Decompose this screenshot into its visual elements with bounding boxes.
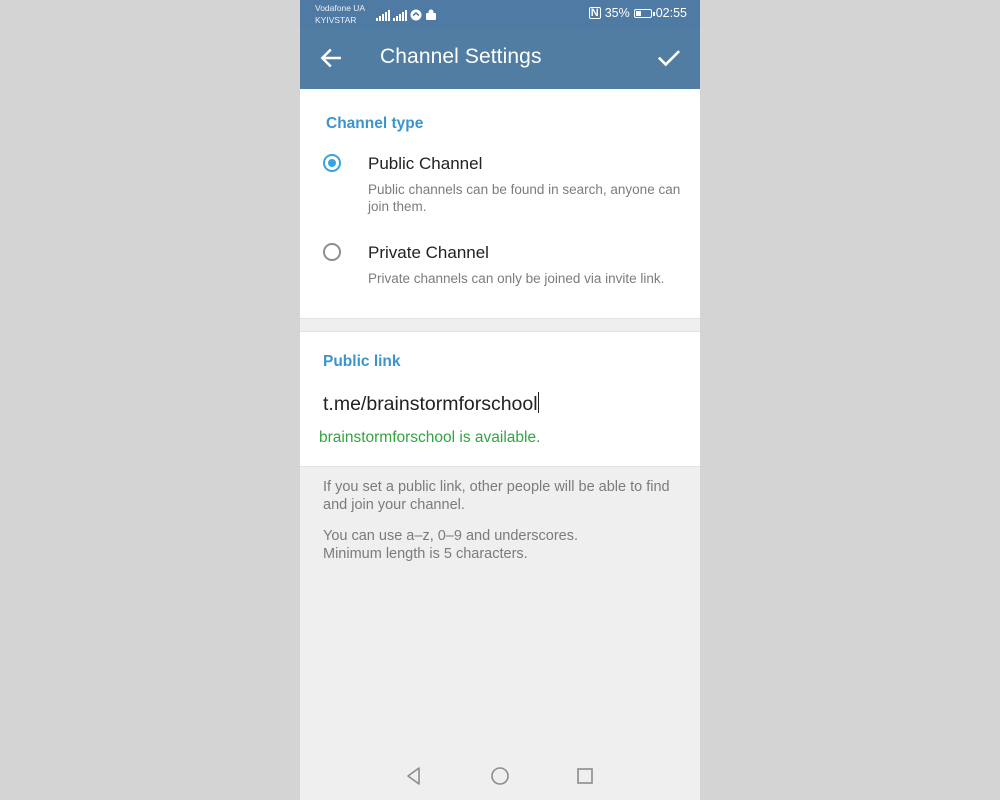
battery-icon (633, 8, 655, 18)
public-channel-title: Public Channel (368, 154, 483, 173)
sync-icon (410, 9, 422, 21)
text-cursor (537, 392, 540, 413)
info-paragraph-2-line-2: Minimum length is 5 characters. (323, 546, 528, 562)
public-channel-radio[interactable] (323, 154, 341, 172)
status-bar: Vodafone UA KYIVSTAR N 35% 02:55 (300, 0, 700, 28)
phone-screen: Vodafone UA KYIVSTAR N 35% 02:55 Channel… (300, 0, 700, 800)
channel-type-section: Channel type Public Channel Public chann… (300, 89, 700, 319)
availability-message: brainstormforschool is available. (319, 429, 541, 446)
nfc-icon: N (588, 7, 601, 19)
carrier-2: KYIVSTAR (315, 15, 357, 25)
channel-type-heading: Channel type (326, 115, 424, 132)
private-channel-description: Private channels can only be joined via … (368, 271, 665, 286)
check-icon[interactable] (656, 45, 682, 71)
info-paragraph-2: You can use a–z, 0–9 and underscores. Mi… (323, 527, 683, 563)
public-link-field[interactable]: t.me/brainstormforschool (323, 392, 540, 416)
status-icons (376, 7, 437, 21)
info-paragraph-2-line-1: You can use a–z, 0–9 and underscores. (323, 528, 579, 544)
user-notification-icon (426, 9, 436, 20)
link-prefix: t.me/ (323, 393, 367, 415)
clock: 02:55 (655, 6, 687, 20)
public-link-input[interactable]: brainstormforschool (366, 393, 537, 415)
page-title: Channel Settings (380, 45, 542, 68)
arrow-left-icon[interactable] (318, 45, 344, 71)
nav-recents-icon[interactable] (574, 765, 596, 787)
status-right: N 35% 02:55 (588, 6, 687, 20)
carrier-names: Vodafone UA KYIVSTAR (315, 2, 365, 26)
app-bar: Channel Settings (300, 28, 700, 89)
public-channel-description: Public channels can be found in search, … (368, 182, 681, 214)
public-channel-option[interactable]: Public Channel Public channels can be fo… (300, 149, 700, 219)
private-channel-radio[interactable] (323, 243, 341, 261)
battery-percent: 35% (604, 6, 630, 20)
carrier-1: Vodafone UA (315, 3, 366, 13)
signal-icon (376, 9, 390, 21)
system-nav-bar (300, 750, 700, 800)
info-paragraph-1: If you set a public link, other people w… (323, 479, 670, 513)
private-channel-option[interactable]: Private Channel Private channels can onl… (300, 238, 700, 308)
public-link-heading: Public link (323, 353, 401, 370)
nav-back-icon[interactable] (403, 765, 425, 787)
private-channel-title: Private Channel (368, 243, 489, 262)
nav-home-icon[interactable] (489, 765, 511, 787)
signal-icon-2 (393, 9, 407, 21)
public-link-section: Public link t.me/brainstormforschool bra… (300, 331, 700, 467)
